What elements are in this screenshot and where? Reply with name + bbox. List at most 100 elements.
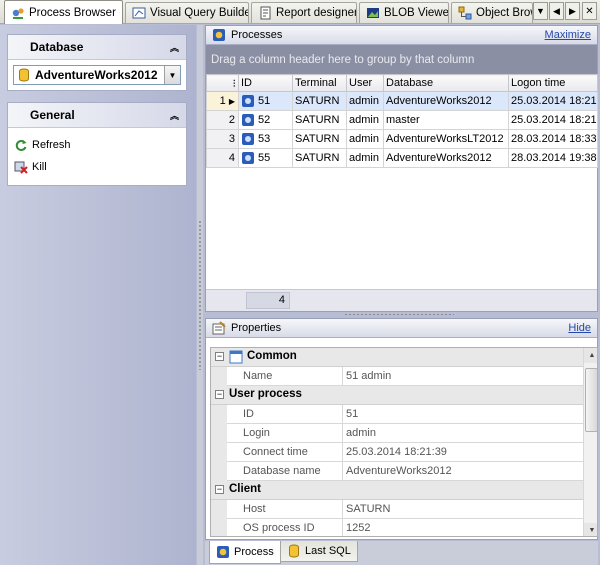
table-row[interactable]: 2 52 SATURN admin master 25.03.2014 18:2… [206, 110, 598, 130]
table-row[interactable]: 3 53 SATURN admin AdventureWorksLT2012 2… [206, 129, 598, 149]
category-label: User process [229, 388, 302, 400]
properties-icon [212, 321, 226, 335]
properties-title: Properties [231, 322, 282, 334]
tab-blob-viewer[interactable]: BLOB Viewer [359, 2, 449, 23]
collapse-toggle-icon[interactable]: − [215, 390, 224, 399]
property-row[interactable]: Login admin [211, 424, 583, 443]
property-row[interactable]: ID 51 [211, 405, 583, 424]
cell-id: 52 [258, 114, 271, 126]
property-grid-scrollbar[interactable]: ▲ ▼ [583, 348, 597, 536]
property-row[interactable]: OS process ID 1252 [211, 519, 583, 536]
maximize-link[interactable]: Maximize [545, 29, 591, 41]
property-row[interactable]: Database name AdventureWorks2012 [211, 462, 583, 481]
grid-header-row: ⁝ ID Terminal User Database Logon time [206, 74, 598, 92]
tab-process-browser[interactable]: Process Browser [4, 0, 123, 24]
scroll-down-icon[interactable]: ▼ [584, 523, 597, 536]
tab-object-browser[interactable]: Object Brow [451, 2, 533, 23]
processes-title: Processes [231, 29, 283, 41]
query-builder-icon [132, 7, 146, 19]
scroll-up-icon[interactable]: ▲ [584, 348, 597, 363]
tab-visual-query-builder[interactable]: Visual Query Builder [125, 2, 249, 23]
column-header-user[interactable]: User [346, 74, 384, 92]
cell-user: admin [346, 110, 384, 130]
chevron-left-icon: ◀ [553, 5, 560, 16]
category-common[interactable]: − Common [211, 348, 583, 367]
tab-list-dropdown-button[interactable]: ▼ [533, 2, 548, 20]
properties-panel-header: Properties Hide [206, 319, 597, 338]
collapse-toggle-icon[interactable]: − [215, 352, 224, 361]
property-row[interactable]: Connect time 25.03.2014 18:21:39 [211, 443, 583, 462]
general-group: General ︽ Refresh Kill [7, 102, 187, 186]
cell-user: admin [346, 148, 384, 168]
properties-panel: Properties Hide − Common Name 51 admin − … [205, 318, 598, 540]
database-icon [19, 68, 29, 82]
collapse-icon[interactable]: ︽ [170, 109, 179, 122]
column-header-logon-time[interactable]: Logon time [508, 74, 598, 92]
tab-label: Report designer [276, 7, 357, 19]
processes-panel-header: Processes Maximize [206, 26, 597, 45]
property-key: Host [237, 500, 343, 518]
document-tab-bar: Process Browser Visual Query Builder Rep… [0, 0, 600, 24]
category-user-process[interactable]: − User process [211, 386, 583, 405]
tab-last-sql[interactable]: Last SQL [280, 541, 358, 562]
property-key: Connect time [237, 443, 343, 461]
processes-icon [213, 29, 225, 41]
kill-action[interactable]: Kill [8, 156, 186, 178]
tab-label: Visual Query Builder [150, 7, 249, 19]
property-value: SATURN [346, 503, 391, 515]
refresh-action[interactable]: Refresh [8, 134, 186, 156]
row-count-summary: 4 [246, 292, 290, 309]
property-value: admin [346, 427, 376, 439]
property-value: AdventureWorks2012 [346, 465, 452, 477]
row-number: 3 [206, 129, 239, 149]
database-icon [289, 544, 299, 558]
property-row[interactable]: Host SATURN [211, 500, 583, 519]
database-select[interactable]: AdventureWorks2012 ▼ [13, 65, 181, 85]
report-designer-icon [260, 6, 271, 20]
group-by-hint: Drag a column header here to group by th… [211, 53, 475, 66]
general-group-header[interactable]: General ︽ [8, 103, 186, 128]
database-group-header[interactable]: Database ︽ [8, 35, 186, 60]
process-icon [242, 133, 254, 145]
group-by-area[interactable]: Drag a column header here to group by th… [206, 45, 597, 74]
cell-id: 51 [258, 95, 271, 107]
column-header-id[interactable]: ID [238, 74, 293, 92]
cell-database: master [383, 110, 509, 130]
table-row[interactable]: 4 55 SATURN admin AdventureWorks2012 28.… [206, 148, 598, 168]
cell-id: 55 [258, 152, 271, 164]
hide-link[interactable]: Hide [568, 322, 591, 334]
table-row[interactable]: 1 ▶ 51 SATURN admin AdventureWorks2012 2… [206, 91, 598, 111]
collapse-toggle-icon[interactable]: − [215, 485, 224, 494]
tab-report-designer[interactable]: Report designer [251, 2, 357, 23]
property-row[interactable]: Name 51 admin [211, 367, 583, 386]
category-client[interactable]: − Client [211, 481, 583, 500]
row-number: 4 [206, 148, 239, 168]
tab-scroll-right-button[interactable]: ▶ [565, 2, 580, 20]
processes-panel: Processes Maximize Drag a column header … [205, 25, 598, 312]
close-icon: ✕ [585, 5, 594, 17]
process-icon [242, 95, 254, 107]
grid-footer: 4 [206, 289, 597, 311]
tab-scroll-left-button[interactable]: ◀ [549, 2, 564, 20]
column-header-terminal[interactable]: Terminal [292, 74, 347, 92]
common-category-icon [229, 350, 243, 364]
column-chooser-button[interactable]: ⁝ [206, 74, 239, 92]
property-value: 51 [346, 408, 359, 420]
category-label: Client [229, 483, 261, 495]
tab-process[interactable]: Process [209, 541, 281, 564]
cell-database: AdventureWorks2012 [383, 148, 509, 168]
close-tab-button[interactable]: ✕ [582, 2, 597, 20]
collapse-icon[interactable]: ︽ [170, 41, 179, 54]
blob-viewer-icon [367, 8, 379, 18]
database-group: Database ︽ AdventureWorks2012 ▼ [7, 34, 187, 91]
tab-label: Process [234, 546, 274, 558]
process-icon [242, 114, 254, 126]
column-header-database[interactable]: Database [383, 74, 509, 92]
vertical-splitter[interactable] [197, 25, 203, 565]
cell-id: 53 [258, 133, 271, 145]
general-group-title: General [30, 108, 75, 122]
chevron-right-icon: ▶ [569, 5, 576, 16]
scrollbar-thumb[interactable] [585, 368, 597, 432]
chevron-down-icon[interactable]: ▼ [164, 66, 180, 84]
refresh-label: Refresh [32, 139, 71, 151]
